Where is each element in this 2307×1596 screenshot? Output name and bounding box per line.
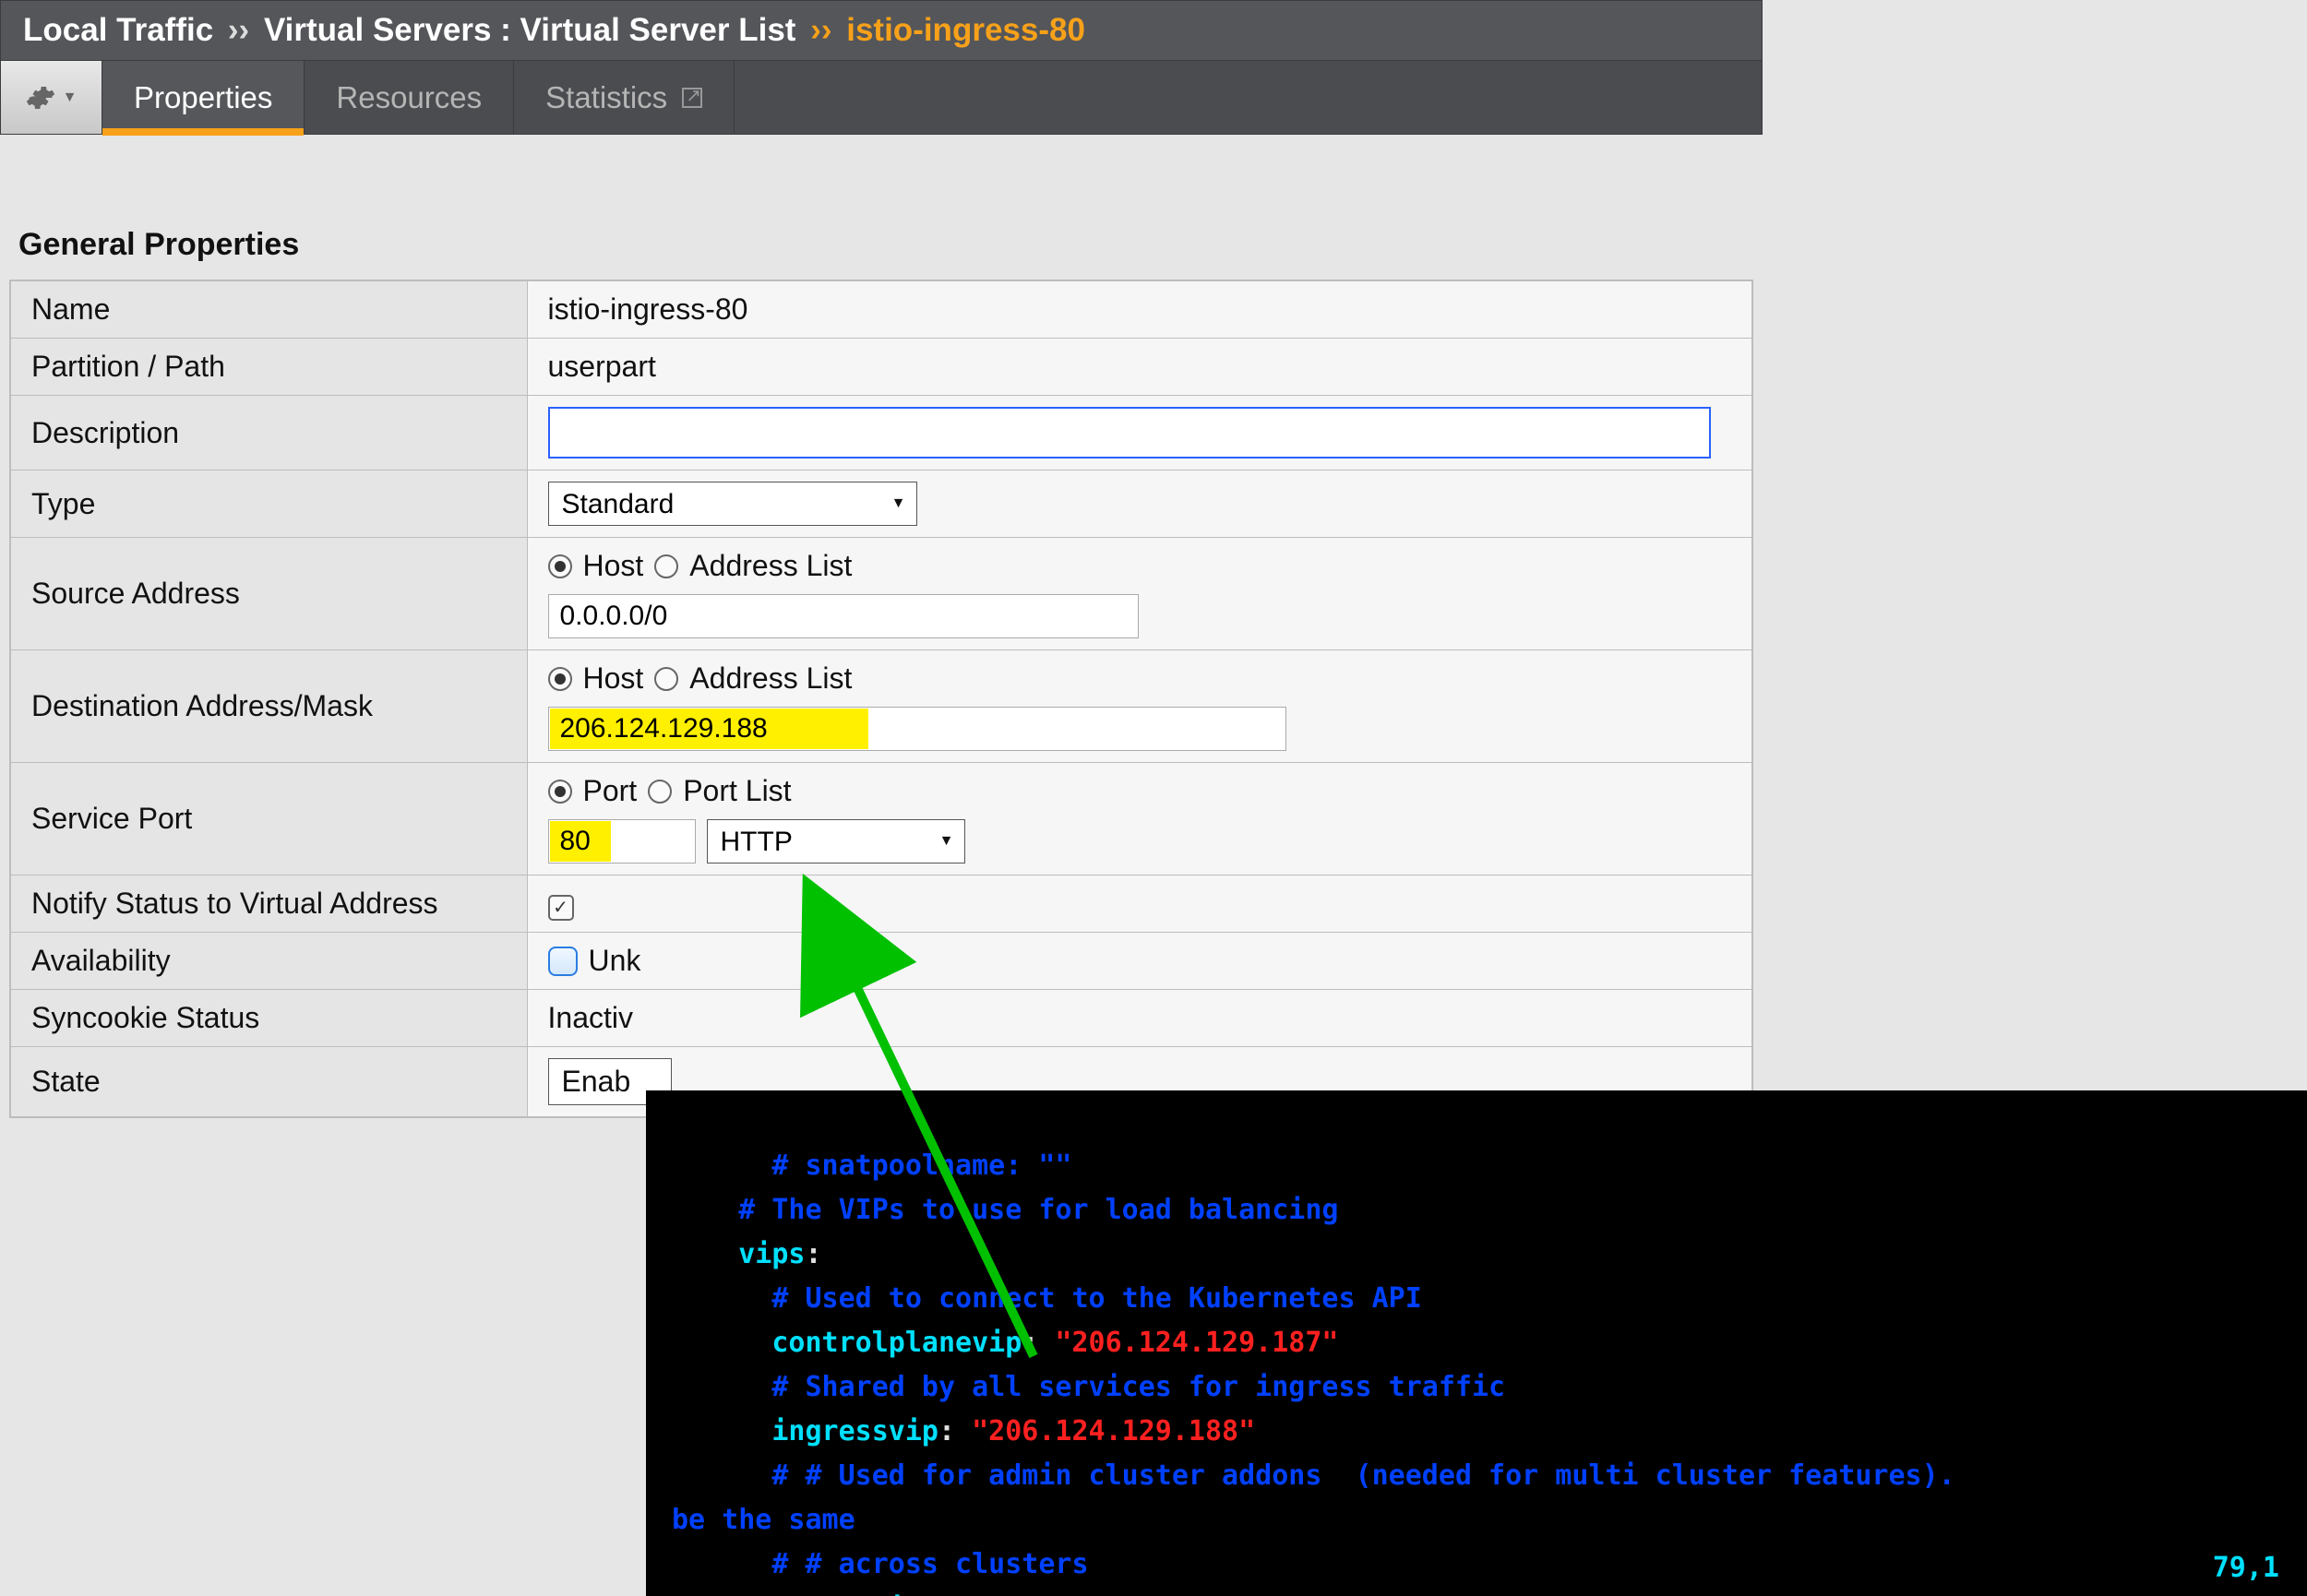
row-syncookie: Syncookie Status Inactiv [10, 990, 1752, 1047]
dest-addrlist-radio[interactable] [654, 667, 678, 691]
description-input[interactable] [548, 407, 1711, 459]
description-label: Description [10, 396, 527, 470]
source-host-label: Host [583, 549, 644, 583]
type-label: Type [10, 470, 527, 538]
row-destination-address: Destination Address/Mask Host Address Li… [10, 650, 1752, 763]
tab-statistics[interactable]: Statistics [514, 61, 735, 134]
terminal-overlay: # snatpoolname: "" # The VIPs to use for… [646, 1090, 2307, 1596]
source-addrlist-label: Address List [689, 549, 852, 583]
availability-status-icon [548, 947, 578, 976]
row-service-port: Service Port Port Port List [10, 763, 1752, 875]
portlist-radio-label: Port List [683, 774, 791, 808]
terminal-cursor-status: 79,1 [2213, 1546, 2279, 1590]
row-partition: Partition / Path userpart [10, 339, 1752, 396]
source-label: Source Address [10, 538, 527, 650]
terminal-key: vips [672, 1238, 806, 1270]
source-host-radio[interactable] [548, 554, 572, 578]
portlist-radio[interactable] [648, 780, 672, 804]
row-availability: Availability Unk [10, 933, 1752, 990]
section-title: General Properties [9, 227, 1763, 280]
notify-status-label: Notify Status to Virtual Address [10, 875, 527, 933]
caret-down-icon: ▼ [63, 89, 78, 106]
terminal-line: # snatpoolname: "" [672, 1149, 1071, 1182]
type-select[interactable]: Standard [548, 482, 917, 526]
general-properties-table: Name istio-ingress-80 Partition / Path u… [9, 280, 1753, 1118]
terminal-line: # The VIPs to use for load balancing [672, 1194, 1338, 1226]
tab-resources[interactable]: Resources [305, 61, 514, 134]
terminal-value: "206.124.129.189" [955, 1592, 1238, 1596]
breadcrumb-section[interactable]: Local Traffic [23, 12, 213, 48]
breadcrumb-subsection[interactable]: Virtual Servers : Virtual Server List [264, 12, 796, 48]
terminal-line: # # across clusters [672, 1548, 1089, 1580]
breadcrumb-separator: ›› [222, 12, 255, 48]
source-addrlist-radio[interactable] [654, 554, 678, 578]
terminal-key: ingressvip [672, 1415, 938, 1447]
port-radio-label: Port [583, 774, 638, 808]
row-source-address: Source Address Host Address List [10, 538, 1752, 650]
terminal-line: # Shared by all services for ingress tra… [672, 1371, 1505, 1403]
partition-label: Partition / Path [10, 339, 527, 396]
dest-addrlist-label: Address List [689, 661, 852, 696]
breadcrumb: Local Traffic ›› Virtual Servers : Virtu… [0, 0, 1763, 61]
row-notify-status: Notify Status to Virtual Address ✓ [10, 875, 1752, 933]
name-value: istio-ingress-80 [527, 280, 1752, 339]
syncookie-label: Syncookie Status [10, 990, 527, 1047]
row-description: Description [10, 396, 1752, 470]
terminal-colon: : [922, 1592, 955, 1596]
terminal-line: # Used to connect to the Kubernetes API [672, 1282, 1422, 1315]
syncookie-value: Inactiv [527, 990, 1752, 1047]
notify-status-checkbox[interactable]: ✓ [548, 895, 574, 921]
service-port-input[interactable] [548, 819, 696, 864]
dest-host-radio[interactable] [548, 667, 572, 691]
availability-label: Availability [10, 933, 527, 990]
service-port-label: Service Port [10, 763, 527, 875]
state-label: State [10, 1047, 527, 1118]
port-radio[interactable] [548, 780, 572, 804]
terminal-colon: : [1022, 1327, 1055, 1359]
tab-label: Statistics [545, 80, 667, 115]
tab-label: Properties [134, 80, 272, 115]
terminal-line: be the same [672, 1504, 855, 1536]
settings-menu-button[interactable]: ▼ [1, 61, 102, 134]
terminal-key: addonsvip [672, 1592, 922, 1596]
row-type: Type Standard [10, 470, 1752, 538]
tab-strip: ▼ Properties Resources Statistics [0, 61, 1763, 135]
terminal-value: "206.124.129.187" [1055, 1327, 1338, 1359]
partition-value: userpart [527, 339, 1752, 396]
service-protocol-select[interactable]: HTTP [707, 819, 965, 864]
dest-host-label: Host [583, 661, 644, 696]
breadcrumb-current: istio-ingress-80 [846, 12, 1085, 48]
terminal-line: # # Used for admin cluster addons (neede… [672, 1459, 1955, 1492]
row-name: Name istio-ingress-80 [10, 280, 1752, 339]
name-label: Name [10, 280, 527, 339]
popout-icon[interactable] [682, 88, 702, 108]
terminal-colon: : [806, 1238, 822, 1270]
terminal-value: "206.124.129.188" [972, 1415, 1255, 1447]
terminal-key: controlplanevip [672, 1327, 1022, 1359]
breadcrumb-separator: ›› [805, 12, 837, 48]
destination-address-input[interactable] [548, 707, 1286, 751]
terminal-colon: : [938, 1415, 972, 1447]
availability-value: Unk [589, 944, 641, 978]
tab-label: Resources [336, 80, 482, 115]
source-address-input[interactable] [548, 594, 1139, 638]
gear-icon [26, 83, 55, 113]
destination-label: Destination Address/Mask [10, 650, 527, 763]
tab-properties[interactable]: Properties [102, 61, 305, 134]
